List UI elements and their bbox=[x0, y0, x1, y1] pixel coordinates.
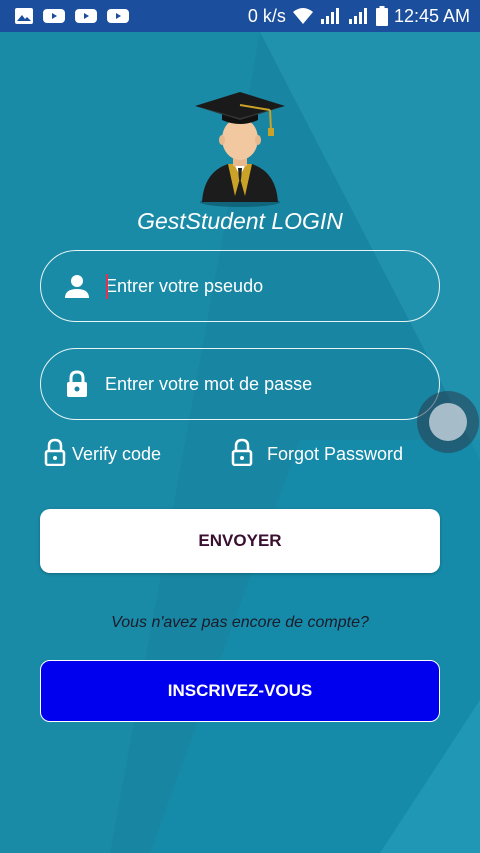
forgot-password-link[interactable]: Forgot Password bbox=[231, 438, 403, 471]
assistive-touch-knob bbox=[429, 403, 467, 441]
no-account-prompt: Vous n'avez pas encore de compte? bbox=[111, 614, 369, 631]
person-icon bbox=[63, 272, 91, 300]
youtube-icon bbox=[74, 7, 98, 25]
wifi-icon bbox=[292, 7, 314, 25]
forgot-password-label: Forgot Password bbox=[267, 444, 404, 464]
network-speed: 0 k/s bbox=[247, 5, 286, 26]
lock-icon bbox=[63, 370, 91, 398]
username-input[interactable] bbox=[105, 266, 439, 306]
password-input[interactable] bbox=[105, 364, 439, 404]
send-button[interactable]: ENVOYER bbox=[40, 509, 440, 573]
youtube-icon bbox=[42, 7, 66, 25]
battery-icon bbox=[375, 6, 388, 26]
youtube-icon bbox=[106, 7, 130, 25]
text-cursor bbox=[106, 274, 108, 299]
register-button[interactable]: INSCRIVEZ-VOUS bbox=[40, 660, 440, 722]
gallery-icon bbox=[14, 7, 34, 25]
status-bar: 0 k/s 12:45 AM bbox=[0, 0, 480, 32]
unlock-icon bbox=[44, 438, 66, 471]
verify-code-label: Verify code bbox=[72, 444, 162, 464]
login-screen: GestStudent LOGIN Verify code Forgot Pas… bbox=[0, 0, 480, 853]
password-field[interactable] bbox=[40, 348, 440, 420]
signal-icon bbox=[320, 7, 342, 25]
unlock-icon bbox=[231, 438, 253, 471]
status-time: 12:45 AM bbox=[393, 5, 470, 26]
assistive-touch-button[interactable] bbox=[417, 391, 479, 453]
notification-icons bbox=[14, 7, 130, 25]
signal-icon bbox=[348, 7, 370, 25]
username-field[interactable] bbox=[40, 250, 440, 322]
verify-code-link[interactable]: Verify code bbox=[44, 438, 161, 471]
app-title: GestStudent LOGIN bbox=[137, 208, 343, 234]
status-indicators: 0 k/s 12:45 AM bbox=[248, 6, 470, 27]
graduate-avatar-icon bbox=[195, 92, 285, 207]
